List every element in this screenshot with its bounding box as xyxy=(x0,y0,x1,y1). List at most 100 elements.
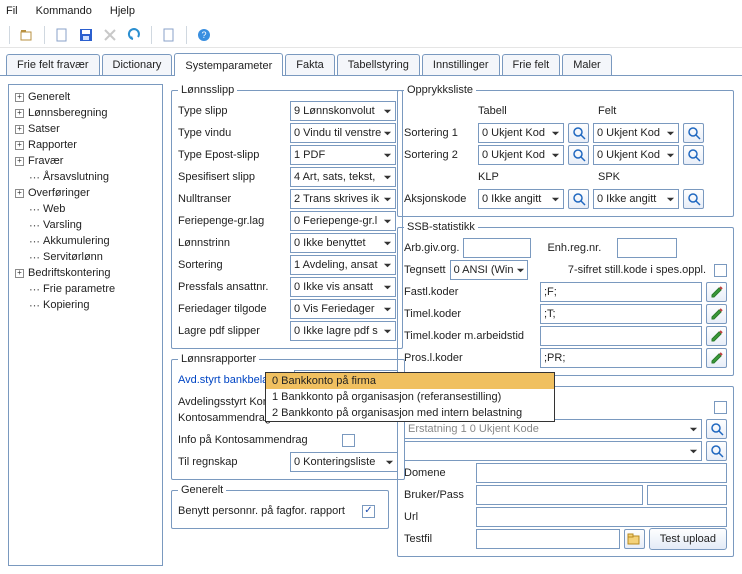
checkbox-xml-ess[interactable] xyxy=(714,401,727,414)
edit-ssb-1[interactable] xyxy=(706,304,727,324)
chevron-down-icon xyxy=(383,217,392,226)
tree--rsavslutning[interactable]: ⋯Årsavslutning xyxy=(11,169,160,185)
tree-varsling[interactable]: ⋯Varsling xyxy=(11,217,160,233)
tab-fakta[interactable]: Fakta xyxy=(285,54,335,75)
dropdown-option-1[interactable]: 1 Bankkonto på organisasjon (referansest… xyxy=(266,389,554,405)
input-bruker[interactable] xyxy=(476,485,643,505)
select-ls-0[interactable]: 9 Lønnskonvolut xyxy=(290,101,396,121)
input-testfil[interactable] xyxy=(476,529,620,549)
toolbar-open-icon[interactable] xyxy=(17,25,37,45)
select-sort1-tabell-lookup[interactable] xyxy=(568,123,589,143)
toolbar-undo-icon[interactable] xyxy=(124,25,144,45)
dropdown-option-0[interactable]: 0 Bankkonto på firma xyxy=(266,373,554,389)
input-url[interactable] xyxy=(476,507,727,527)
tab-systemparameter[interactable]: Systemparameter xyxy=(174,53,283,76)
select-ls-6[interactable]: 0 Ikke benyttet xyxy=(290,233,396,253)
select-sort2-felt[interactable]: 0 Ukjent Kod xyxy=(593,145,679,165)
legend-generelt: Generelt xyxy=(178,484,226,496)
input-enhreg[interactable] xyxy=(617,238,677,258)
label-aksjonskode: Aksjonskode xyxy=(404,193,474,205)
tree-servit-rl-nn[interactable]: ⋯Servitørlønn xyxy=(11,249,160,265)
select-ls-9[interactable]: 0 Vis Feriedager xyxy=(290,299,396,319)
select-ls-5[interactable]: 0 Feriepenge-gr.l xyxy=(290,211,396,231)
label-arbgiv: Arb.giv.org. xyxy=(404,242,459,254)
lookup-erstatning2[interactable] xyxy=(706,441,727,461)
select-tegnsett[interactable]: 0 ANSI (Win xyxy=(450,260,528,280)
select-sort2-tabell-lookup[interactable] xyxy=(568,145,589,165)
tree-frie-parametre[interactable]: ⋯Frie parametre xyxy=(11,281,160,297)
tab-tabellstyring[interactable]: Tabellstyring xyxy=(337,54,420,75)
tab-dictionary[interactable]: Dictionary xyxy=(102,54,173,75)
input-ssb-3[interactable]: ;PR; xyxy=(540,348,702,368)
select-sort1-felt[interactable]: 0 Ukjent Kod xyxy=(593,123,679,143)
menu-kommando[interactable]: Kommando xyxy=(36,5,92,17)
tree-overf-ringer[interactable]: +Overføringer xyxy=(11,185,160,201)
input-ssb-1[interactable]: ;T; xyxy=(540,304,702,324)
label-benytt-personnr: Benytt personnr. på fagfor. rapport xyxy=(178,505,358,517)
select-erstatning1[interactable]: Erstatning 1 0 Ukjent Kode xyxy=(404,419,702,439)
menu-hjelp[interactable]: Hjelp xyxy=(110,5,135,17)
toolbar-delete-icon[interactable] xyxy=(100,25,120,45)
edit-ssb-2[interactable] xyxy=(706,326,727,346)
toolbar-help-icon[interactable]: ? xyxy=(194,25,214,45)
checkbox-7sifret[interactable] xyxy=(714,264,727,277)
tree-akkumulering[interactable]: ⋯Akkumulering xyxy=(11,233,160,249)
label-ssb-2: Timel.koder m.arbeidstid xyxy=(404,330,536,342)
tab-frie-felt[interactable]: Frie felt xyxy=(502,54,561,75)
lookup-aksjon-klp[interactable] xyxy=(568,189,589,209)
input-pass[interactable] xyxy=(647,485,727,505)
tree-bedriftskontering[interactable]: +Bedriftskontering xyxy=(11,265,160,281)
tree-rapporter[interactable]: +Rapporter xyxy=(11,137,160,153)
select-erstatning2[interactable] xyxy=(404,441,702,461)
select-sort2-felt-lookup[interactable] xyxy=(683,145,704,165)
dropdown-option-2[interactable]: 2 Bankkonto på organisasjon med intern b… xyxy=(266,405,554,421)
group-ssb: SSB-statistikk Arb.giv.org. Enh.reg.nr. … xyxy=(397,221,734,376)
dropdown-avdstyrt-popup[interactable]: 0 Bankkonto på firma1 Bankkonto på organ… xyxy=(265,372,555,422)
checkbox-info-kontosammendrag[interactable] xyxy=(342,434,355,447)
tab-maler[interactable]: Maler xyxy=(562,54,612,75)
label-til-regnskap: Til regnskap xyxy=(178,456,286,468)
lookup-erstatning1[interactable] xyxy=(706,419,727,439)
select-ls-3[interactable]: 4 Art, sats, tekst, xyxy=(290,167,396,187)
input-ssb-0[interactable]: ;F; xyxy=(540,282,702,302)
select-ls-2[interactable]: 1 PDF xyxy=(290,145,396,165)
select-ls-7[interactable]: 1 Avdeling, ansat xyxy=(290,255,396,275)
select-sort1-tabell[interactable]: 0 Ukjent Kod xyxy=(478,123,564,143)
select-ls-1[interactable]: 0 Vindu til venstre xyxy=(290,123,396,143)
select-sort2-tabell[interactable]: 0 Ukjent Kod xyxy=(478,145,564,165)
checkbox-benytt-personnr[interactable] xyxy=(362,505,375,518)
select-til-regnskap[interactable]: 0 Konteringsliste xyxy=(290,452,398,472)
toolbar-save-icon[interactable] xyxy=(76,25,96,45)
select-aksjon-klp[interactable]: 0 Ikke angitt xyxy=(478,189,564,209)
select-ls-8[interactable]: 0 Ikke vis ansatt xyxy=(290,277,396,297)
tab-innstillinger[interactable]: Innstillinger xyxy=(422,54,500,75)
select-sort1-felt-lookup[interactable] xyxy=(683,123,704,143)
input-ssb-2[interactable] xyxy=(540,326,702,346)
legend-lonnsrapporter: Lønnsrapporter xyxy=(178,353,259,365)
tree[interactable]: +Generelt+Lønnsberegning+Satser+Rapporte… xyxy=(8,84,163,566)
tree-l-nnsberegning[interactable]: +Lønnsberegning xyxy=(11,105,160,121)
legend-lonnsslipp: Lønnsslipp xyxy=(178,84,237,96)
tree-web[interactable]: ⋯Web xyxy=(11,201,160,217)
button-test-upload[interactable]: Test upload xyxy=(649,528,727,550)
input-arbgiv[interactable] xyxy=(463,238,531,258)
toolbar: ? xyxy=(0,22,742,48)
tree-kopiering[interactable]: ⋯Kopiering xyxy=(11,297,160,313)
edit-ssb-3[interactable] xyxy=(706,348,727,368)
edit-ssb-0[interactable] xyxy=(706,282,727,302)
input-domene[interactable] xyxy=(476,463,727,483)
chevron-down-icon xyxy=(383,239,392,248)
chevron-down-icon xyxy=(383,305,392,314)
menu-fil[interactable]: Fil xyxy=(6,5,18,17)
select-ls-4[interactable]: 2 Trans skrives ik xyxy=(290,189,396,209)
toolbar-new-icon[interactable] xyxy=(52,25,72,45)
tree-frav-r[interactable]: +Fravær xyxy=(11,153,160,169)
select-aksjon-spk[interactable]: 0 Ikke angitt xyxy=(593,189,679,209)
toolbar-page-icon[interactable] xyxy=(159,25,179,45)
tree-satser[interactable]: +Satser xyxy=(11,121,160,137)
tree-generelt[interactable]: +Generelt xyxy=(11,89,160,105)
lookup-aksjon-spk[interactable] xyxy=(683,189,704,209)
browse-testfil[interactable] xyxy=(624,529,645,549)
select-ls-10[interactable]: 0 Ikke lagre pdf s xyxy=(290,321,396,341)
tab-frie-felt-frav-r[interactable]: Frie felt fravær xyxy=(6,54,100,75)
